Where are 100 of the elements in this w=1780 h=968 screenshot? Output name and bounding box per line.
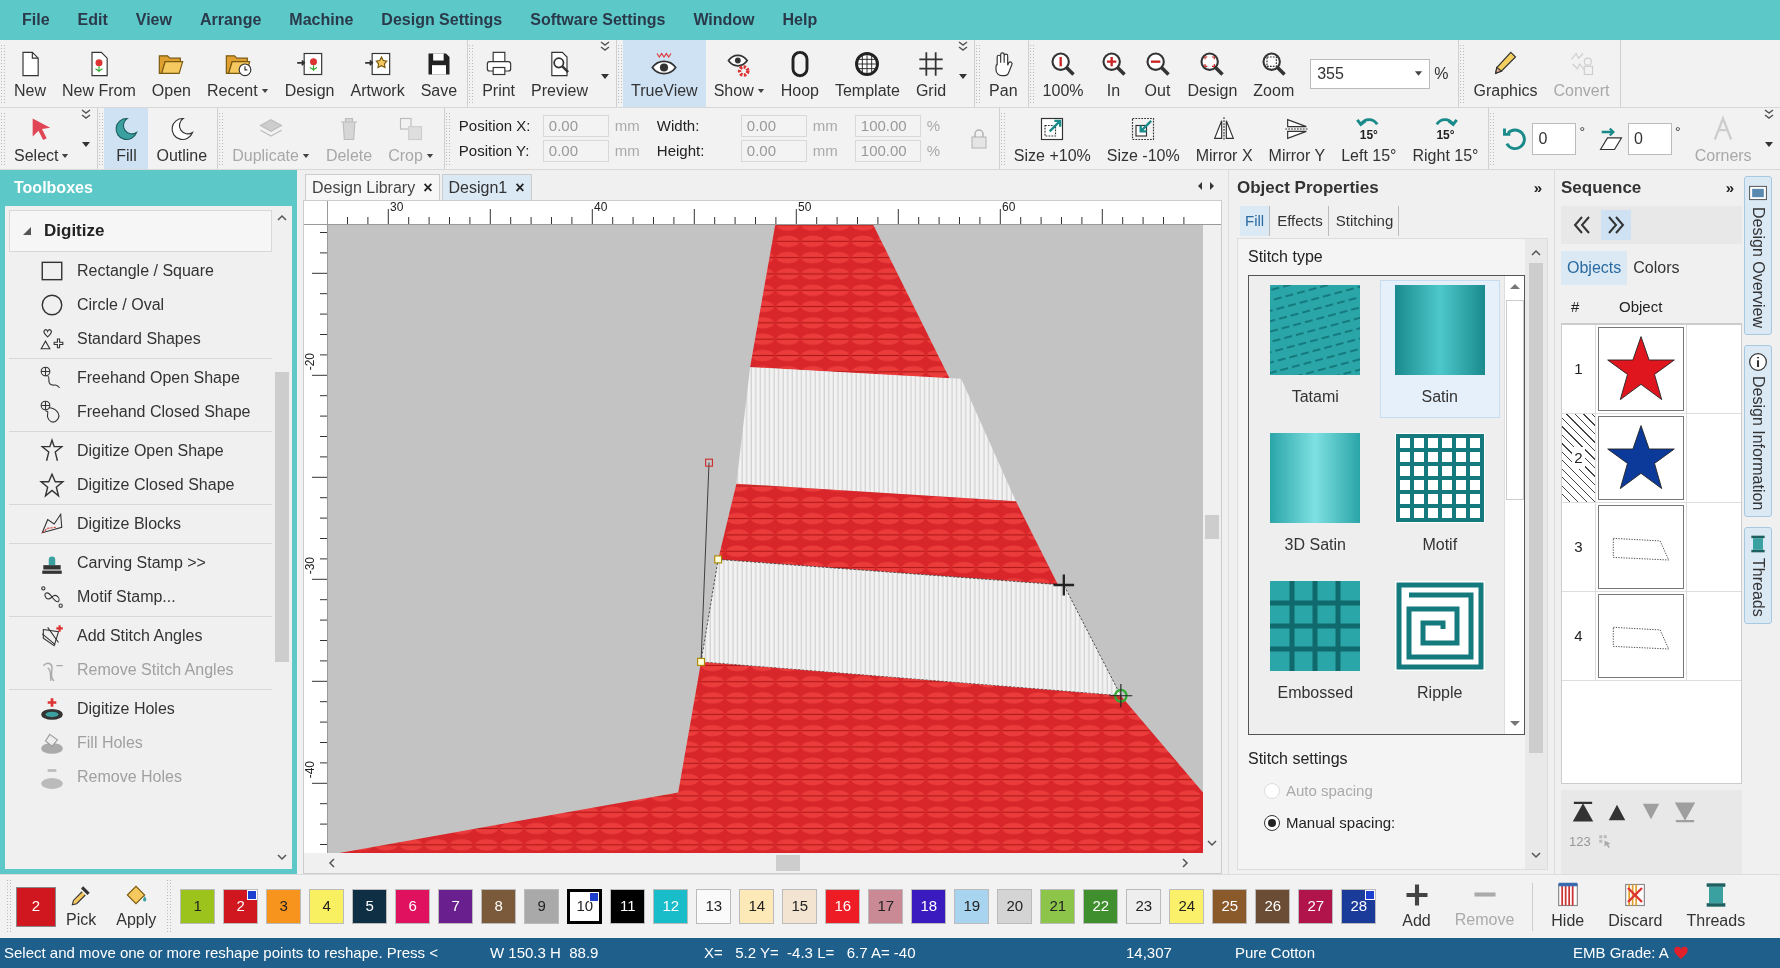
menu-item[interactable]: Software Settings (518, 2, 678, 38)
color-swatch[interactable]: 27 (1298, 889, 1334, 924)
toolbar-button[interactable]: Grid (907, 40, 955, 107)
toolbar-button[interactable]: Template (826, 40, 908, 107)
menu-item[interactable]: Edit (65, 2, 120, 38)
toolbar-button[interactable]: Hoop (772, 40, 827, 107)
side-panel-tab[interactable]: Design Information (1744, 344, 1772, 518)
palette-button[interactable]: Apply (106, 881, 167, 932)
toolbar-button[interactable]: Mirror X (1187, 108, 1261, 169)
toolbox-item[interactable]: Circle / Oval (9, 288, 272, 322)
toolbox-item[interactable]: Carving Stamp >> (9, 546, 272, 580)
toolbar-button[interactable]: New From (54, 40, 144, 107)
toolbox-item[interactable]: Digitize Holes (9, 692, 272, 726)
toolbar-button[interactable]: Select (6, 108, 78, 169)
stitch-type-option[interactable]: Ripple (1379, 576, 1500, 714)
object-thumbnail[interactable] (1598, 505, 1684, 589)
collapse-button[interactable]: » (1533, 176, 1542, 200)
close-button[interactable]: × (515, 175, 525, 200)
color-swatch[interactable]: 3 (266, 889, 302, 924)
toolbar-button[interactable]: Open (143, 40, 199, 107)
toolbar-button[interactable]: Show (705, 40, 773, 107)
toolbar-button[interactable]: Zoom (1245, 40, 1303, 107)
collapse-button[interactable]: » (1725, 176, 1734, 200)
menu-item[interactable]: Help (770, 2, 830, 38)
step-forward-button[interactable] (1601, 210, 1631, 240)
document-tab[interactable]: Design1 × (441, 174, 532, 200)
color-swatch[interactable]: 19 (954, 889, 990, 924)
stitch-type-option[interactable]: 3D Satin (1255, 428, 1376, 566)
thread-button[interactable]: Discard (1596, 880, 1675, 933)
color-swatch[interactable]: 13 (696, 889, 732, 924)
stitch-type-option[interactable]: Embossed (1255, 576, 1376, 714)
color-swatch[interactable]: 5 (352, 889, 388, 924)
color-swatch[interactable]: 16 (825, 889, 861, 924)
scrollbar-thumb[interactable] (1529, 263, 1543, 753)
stitch-type-option[interactable]: Satin (1379, 280, 1500, 418)
toolbar-button[interactable]: Save (412, 40, 466, 107)
menu-item[interactable]: Arrange (187, 2, 274, 38)
toolbar-button[interactable]: Fill (104, 108, 149, 169)
document-tab[interactable]: Design Library × (305, 174, 440, 200)
toolbox-item[interactable]: Freehand Open Shape (9, 361, 272, 395)
toolbar-button[interactable]: Preview (523, 40, 596, 107)
thread-button[interactable]: Threads (1674, 880, 1758, 933)
sequence-tab[interactable]: Objects (1561, 251, 1628, 285)
color-swatch[interactable]: 1 (180, 889, 216, 924)
color-swatch[interactable]: 23 (1126, 889, 1162, 924)
toolbox-item[interactable]: Digitize Blocks (9, 507, 272, 541)
thread-button[interactable]: Add (1390, 880, 1443, 933)
toolbox-item[interactable]: Freehand Closed Shape (9, 395, 272, 429)
color-swatch[interactable]: 8 (481, 889, 517, 924)
color-swatch[interactable]: 11 (610, 889, 646, 924)
side-panel-tab[interactable]: Threads (1744, 527, 1772, 624)
color-swatch[interactable]: 17 (868, 889, 904, 924)
toolbar-button[interactable]: 15° Right 15° (1404, 108, 1487, 169)
toolbox-item[interactable]: Digitize Open Shape (9, 434, 272, 468)
palette-button[interactable]: Pick (56, 881, 107, 932)
angle-field[interactable]: 0 (1628, 122, 1673, 155)
side-panel-tab[interactable]: Design Overview (1744, 176, 1772, 335)
toolbar-button[interactable]: In (1091, 40, 1136, 107)
scrollbar-thumb[interactable] (776, 855, 800, 871)
scrollbar-thumb[interactable] (275, 372, 289, 662)
toolbox-item[interactable]: Motif Stamp... (9, 580, 272, 614)
object-thumbnail[interactable] (1598, 327, 1684, 411)
color-swatch[interactable]: 10 (567, 889, 603, 924)
toolbar-button[interactable]: Outline (148, 108, 216, 169)
color-swatch[interactable]: 2 (223, 889, 259, 924)
zoom-field[interactable]: 355 (1310, 58, 1431, 89)
close-button[interactable]: × (423, 175, 433, 200)
toolbar-button[interactable]: New (6, 40, 54, 107)
color-swatch[interactable]: 7 (438, 889, 474, 924)
toolbox-item[interactable]: Standard Shapes (9, 322, 272, 356)
toolbox-item[interactable]: Digitize Closed Shape (9, 468, 272, 502)
object-thumbnail[interactable] (1598, 416, 1684, 500)
reshape-handles[interactable] (1052, 573, 1133, 708)
toolbar-button[interactable]: Artwork (342, 40, 413, 107)
object-thumbnail[interactable] (1598, 594, 1684, 678)
spacing-option[interactable]: Manual spacing: (1248, 807, 1525, 839)
toolbar-button[interactable]: Design (276, 40, 343, 107)
section-header[interactable]: Digitize (9, 210, 272, 252)
thread-button[interactable]: Hide (1539, 880, 1597, 933)
toolbar-button[interactable]: 100% (1034, 40, 1092, 107)
color-swatch[interactable]: 20 (997, 889, 1033, 924)
toolbar-button[interactable]: Size +10% (1005, 108, 1099, 169)
properties-tab[interactable]: Stitching (1330, 206, 1400, 236)
color-swatch[interactable]: 9 (524, 889, 560, 924)
scrollbar-thumb[interactable] (1205, 515, 1219, 539)
toolbar-button[interactable]: Mirror Y (1260, 108, 1334, 169)
color-swatch[interactable]: 18 (911, 889, 947, 924)
sequence-tab[interactable]: Colors (1627, 251, 1686, 285)
color-swatch[interactable]: 22 (1083, 889, 1119, 924)
toolbar-button[interactable]: Recent (198, 40, 277, 107)
menu-item[interactable]: Design Settings (369, 2, 515, 38)
menu-item[interactable]: File (10, 2, 62, 38)
menu-item[interactable]: Window (681, 2, 767, 38)
toolbar-button[interactable]: Pan (981, 40, 1026, 107)
angle-field[interactable]: 0 (1532, 122, 1577, 155)
color-swatch[interactable]: 4 (309, 889, 345, 924)
properties-tab[interactable]: Fill (1240, 206, 1271, 236)
toolbar-button[interactable]: 15° Left 15° (1333, 108, 1405, 169)
toolbox-item[interactable]: Add Stitch Angles (9, 619, 272, 653)
toolbar-button[interactable]: Size -10% (1098, 108, 1188, 169)
